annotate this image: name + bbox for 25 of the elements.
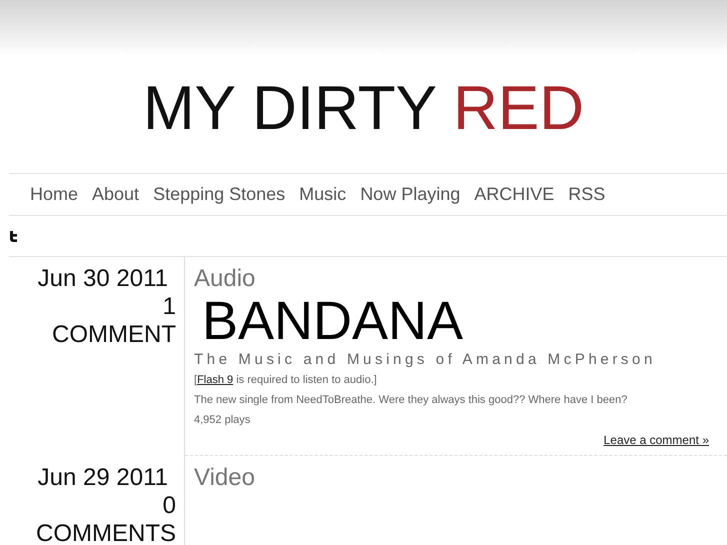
play-count: 4,952 plays (194, 413, 252, 427)
leave-comment-link[interactable]: Leave a comment » (604, 433, 709, 447)
post-date: Jun 29 2011 (36, 464, 169, 492)
nav-link[interactable]: About (85, 184, 146, 205)
nav-link[interactable]: Now Playing (353, 184, 468, 205)
nav-link[interactable]: ARCHIVE (467, 184, 562, 205)
blog-tagline: The Music and Musings of Amanda McPherson (194, 351, 657, 369)
post-date: Jun 30 2011 (36, 265, 169, 293)
comment-count[interactable]: 1 (9, 293, 176, 321)
comment-count[interactable]: 0 (9, 492, 176, 520)
comment-label[interactable]: COMMENTS (9, 520, 176, 545)
site-title-word[interactable]: MY DIRTY (142, 74, 436, 143)
nav-link[interactable]: Home (23, 184, 86, 205)
post-text: The new single from NeedToBreathe. Were they always this good?? Where have I been? (194, 393, 628, 407)
comment-label[interactable]: COMMENT (9, 321, 176, 349)
nav-link[interactable]: Stepping Stones (146, 184, 292, 205)
post-text: [Flash 9 is required to listen to audio.] (194, 373, 378, 387)
blog-name: BANDANA (202, 293, 464, 349)
post-title[interactable]: Video (194, 464, 709, 492)
flash-link[interactable]: Flash 9 (197, 374, 234, 386)
post-title[interactable]: Audio (194, 265, 709, 293)
nav-link[interactable]: RSS (561, 184, 612, 205)
site-title-word[interactable]: RED (453, 74, 584, 143)
twitter-icon[interactable] (9, 230, 18, 242)
nav-link[interactable]: Music (292, 184, 354, 205)
